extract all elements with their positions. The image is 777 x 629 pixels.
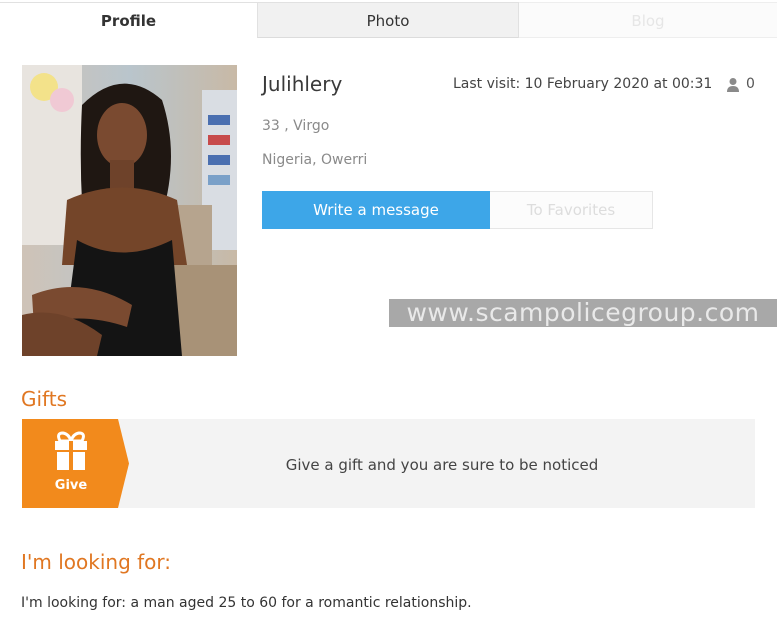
gifts-heading: Gifts xyxy=(21,387,68,411)
user-icon xyxy=(727,78,739,92)
username: Julihlery xyxy=(262,72,343,96)
age-zodiac: 33 , Virgo xyxy=(262,118,330,134)
give-label: Give xyxy=(54,478,88,493)
location: Nigeria, Owerri xyxy=(262,152,368,168)
looking-for-heading: I'm looking for: xyxy=(21,550,172,574)
give-button-shape xyxy=(22,419,129,508)
profile-photo[interactable] xyxy=(22,65,237,356)
to-favorites-button[interactable]: To Favorites xyxy=(490,191,653,229)
visit-count: 0 xyxy=(746,76,755,92)
gift-prompt: Give a gift and you are sure to be notic… xyxy=(285,456,599,474)
tab-photo[interactable]: Photo xyxy=(257,2,519,38)
tab-blog[interactable]: Blog xyxy=(519,2,777,38)
tab-profile[interactable]: Profile xyxy=(0,2,257,38)
give-gift-button[interactable] xyxy=(22,419,129,508)
looking-for-text: I'm looking for: a man aged 25 to 60 for… xyxy=(21,595,472,611)
write-message-button[interactable]: Write a message xyxy=(262,191,490,229)
watermark: www.scampolicegroup.com xyxy=(389,299,777,327)
profile-photo-image xyxy=(22,65,237,356)
last-visit: Last visit: 10 February 2020 at 00:31 xyxy=(453,76,713,92)
profile-tabs: Profile Photo Blog xyxy=(0,0,777,39)
